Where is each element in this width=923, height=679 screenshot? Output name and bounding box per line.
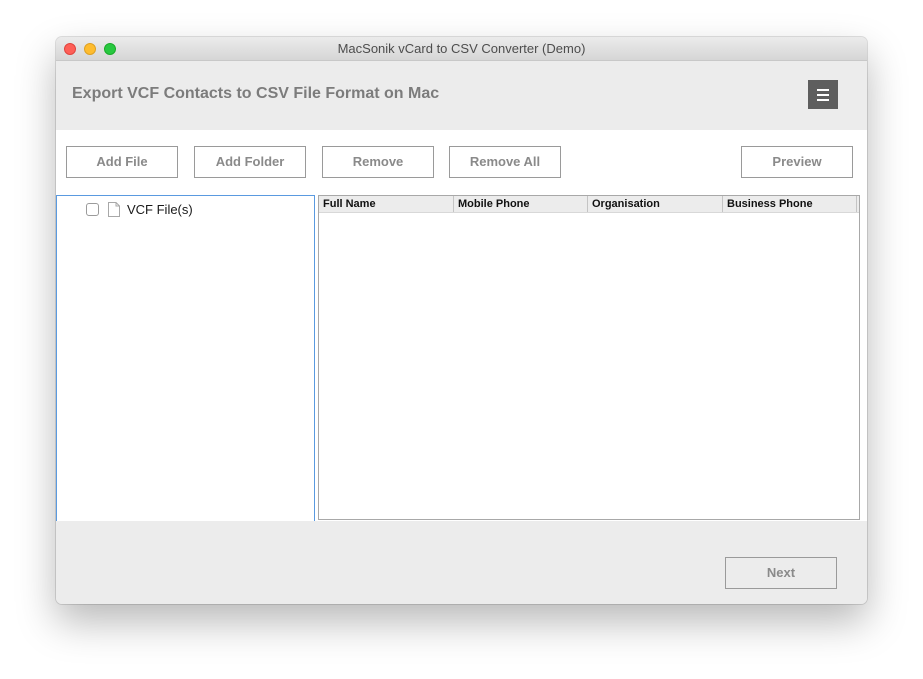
header: Export VCF Contacts to CSV File Format o… [56,61,867,130]
add-folder-button[interactable]: Add Folder [194,146,306,178]
footer: Next [56,521,867,604]
title-bar: MacSonik vCard to CSV Converter (Demo) [56,37,867,61]
window-title: MacSonik vCard to CSV Converter (Demo) [337,41,586,56]
column-header-full-name[interactable]: Full Name [319,196,454,212]
app-window: MacSonik vCard to CSV Converter (Demo) E… [56,37,867,604]
preview-button[interactable]: Preview [741,146,853,178]
vcf-files-checkbox[interactable] [86,203,99,216]
file-tree-panel[interactable]: VCF File(s) [56,195,315,541]
table-header: Full Name Mobile Phone Organisation Busi… [319,196,859,213]
hamburger-menu-button[interactable] [808,80,838,109]
column-header-mobile-phone[interactable]: Mobile Phone [454,196,588,212]
add-file-button[interactable]: Add File [66,146,178,178]
contacts-table[interactable]: Full Name Mobile Phone Organisation Busi… [318,195,860,520]
hamburger-menu-icon [817,89,829,91]
column-header-business-phone[interactable]: Business Phone [723,196,857,212]
next-button[interactable]: Next [725,557,837,589]
hamburger-menu-icon-bar [817,94,829,96]
hamburger-menu-icon-bar [817,99,829,101]
main-content: Add File Add Folder Remove Remove All Pr… [56,130,867,541]
tree-item-label: VCF File(s) [127,202,193,217]
remove-all-button[interactable]: Remove All [449,146,561,178]
remove-button[interactable]: Remove [322,146,434,178]
file-icon [108,202,120,217]
page-title: Export VCF Contacts to CSV File Format o… [72,85,440,102]
column-header-organisation[interactable]: Organisation [588,196,723,212]
